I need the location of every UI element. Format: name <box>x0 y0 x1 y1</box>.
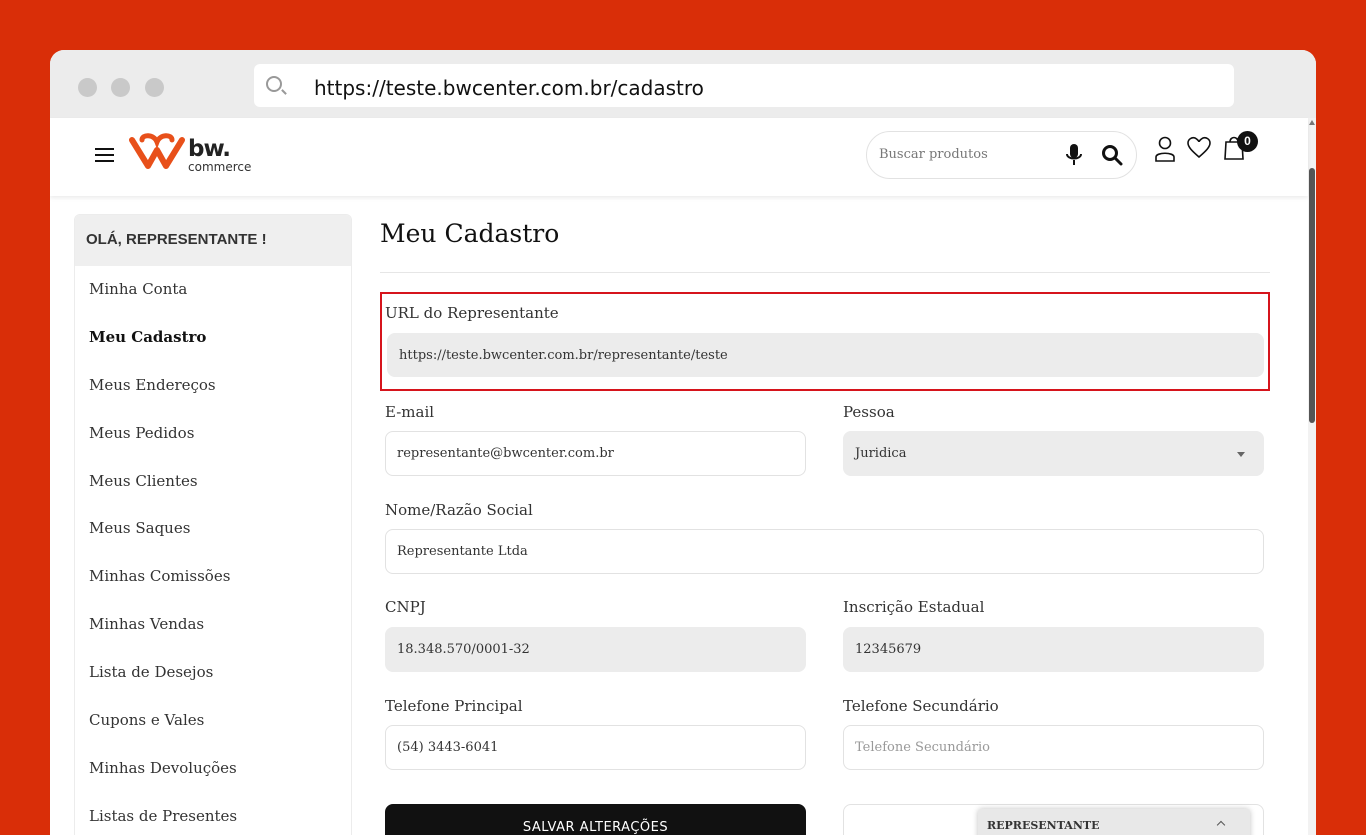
sidebar-item-meus-saques[interactable]: Meus Saques <box>75 505 351 553</box>
inscricao-estadual-field[interactable]: 12345679 <box>843 627 1264 672</box>
sidebar-item-minhas-vendas[interactable]: Minhas Vendas <box>75 601 351 649</box>
chevron-down-icon <box>1237 452 1245 457</box>
pessoa-select[interactable]: Juridica <box>843 431 1264 476</box>
sidebar-item-meus-clientes[interactable]: Meus Clientes <box>75 458 351 506</box>
site-header: bw. commerce Buscar produtos 0 <box>50 118 1308 196</box>
search-icon <box>266 76 282 92</box>
account-sidebar: OLÁ, REPRESENTANTE ! Minha Conta Meu Cad… <box>74 214 352 835</box>
sidebar-item-meu-cadastro[interactable]: Meu Cadastro <box>75 314 351 362</box>
sidebar-item-listas-de-presentes[interactable]: Listas de Presentes <box>75 793 351 835</box>
rep-url-field[interactable]: https://teste.bwcenter.com.br/representa… <box>387 333 1264 377</box>
page-title: Meu Cadastro <box>380 219 560 248</box>
representante-panel[interactable]: REPRESENTANTE <box>978 809 1250 835</box>
page-viewport: bw. commerce Buscar produtos 0 OLÁ, REPR… <box>50 118 1316 835</box>
user-account-icon[interactable] <box>1154 136 1176 162</box>
hamburger-menu-icon[interactable] <box>95 148 114 162</box>
product-search-input[interactable]: Buscar produtos <box>866 131 1137 179</box>
scroll-up-arrow-icon[interactable] <box>1309 120 1315 125</box>
rep-url-label: URL do Representante <box>385 304 559 322</box>
telefone-principal-field[interactable]: (54) 3443-6041 <box>385 725 806 770</box>
chevron-up-icon[interactable] <box>1216 820 1226 830</box>
address-bar[interactable]: https://teste.bwcenter.com.br/cadastro <box>254 64 1234 107</box>
sidebar-item-cupons-e-vales[interactable]: Cupons e Vales <box>75 697 351 745</box>
search-placeholder: Buscar produtos <box>879 147 988 162</box>
logo-subtitle: commerce <box>188 160 252 174</box>
browser-window: https://teste.bwcenter.com.br/cadastro b… <box>50 50 1316 835</box>
sidebar-item-minhas-comissoes[interactable]: Minhas Comissões <box>75 553 351 601</box>
nome-label: Nome/Razão Social <box>385 501 533 519</box>
telefone-secundario-field[interactable]: Telefone Secundário <box>843 725 1264 770</box>
cart-count-badge[interactable]: 0 <box>1237 131 1258 152</box>
pessoa-label: Pessoa <box>843 403 895 421</box>
search-submit-icon[interactable] <box>1101 144 1123 166</box>
telefone-principal-label: Telefone Principal <box>385 697 523 715</box>
sidebar-item-lista-de-desejos[interactable]: Lista de Desejos <box>75 649 351 697</box>
inscricao-estadual-label: Inscrição Estadual <box>843 598 985 616</box>
email-field[interactable]: representante@bwcenter.com.br <box>385 431 806 476</box>
save-changes-button[interactable]: SALVAR ALTERAÇÕES <box>385 804 806 835</box>
email-label: E-mail <box>385 403 435 421</box>
pessoa-selected-value: Juridica <box>855 446 907 461</box>
page-scrollbar[interactable] <box>1308 118 1316 835</box>
wishlist-heart-icon[interactable] <box>1187 136 1211 160</box>
cadastro-form: Meu Cadastro URL do Representante https:… <box>380 214 1270 835</box>
window-close-dot[interactable] <box>78 78 97 97</box>
window-minimize-dot[interactable] <box>111 78 130 97</box>
brand-logo[interactable]: bw. commerce <box>128 132 258 178</box>
address-bar-url[interactable]: https://teste.bwcenter.com.br/cadastro <box>314 76 704 100</box>
sidebar-item-minhas-devolucoes[interactable]: Minhas Devoluções <box>75 745 351 793</box>
representante-panel-label: REPRESENTANTE <box>987 819 1100 832</box>
sidebar-greeting: OLÁ, REPRESENTANTE ! <box>75 215 351 266</box>
sidebar-item-meus-enderecos[interactable]: Meus Endereços <box>75 362 351 410</box>
browser-toolbar: https://teste.bwcenter.com.br/cadastro <box>50 50 1316 118</box>
window-maximize-dot[interactable] <box>145 78 164 97</box>
cnpj-field[interactable]: 18.348.570/0001-32 <box>385 627 806 672</box>
sidebar-item-meus-pedidos[interactable]: Meus Pedidos <box>75 410 351 458</box>
cnpj-label: CNPJ <box>385 598 426 616</box>
microphone-icon[interactable] <box>1065 143 1083 167</box>
logo-mark-icon <box>129 133 185 169</box>
scrollbar-thumb[interactable] <box>1309 168 1315 423</box>
sidebar-item-minha-conta[interactable]: Minha Conta <box>75 266 351 314</box>
title-divider <box>380 272 1270 273</box>
nome-razao-social-field[interactable]: Representante Ltda <box>385 529 1264 574</box>
logo-name: bw. <box>188 136 231 162</box>
telefone-secundario-label: Telefone Secundário <box>843 697 999 715</box>
